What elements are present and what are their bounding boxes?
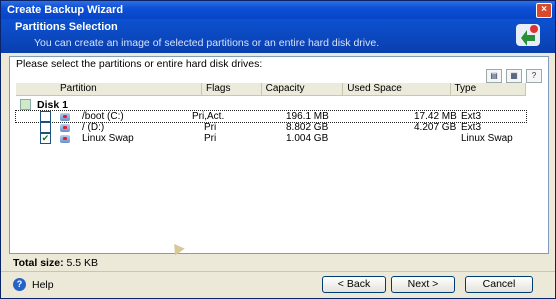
col-used-space[interactable]: Used Space	[343, 83, 451, 95]
col-partition[interactable]: Partition	[16, 83, 202, 95]
mouse-cursor-icon	[169, 240, 185, 256]
details-view-icon[interactable]: ▤	[486, 69, 502, 83]
col-flags[interactable]: Flags	[202, 83, 262, 95]
partition-name: Linux Swap	[82, 133, 134, 144]
help-link[interactable]: ? Help	[13, 278, 54, 291]
back-button[interactable]: < Back	[322, 276, 386, 293]
partition-capacity: 1.004 GB	[286, 133, 329, 144]
partition-type: Ext3	[461, 111, 482, 122]
wizard-header: Partitions Selection You can create an i…	[1, 19, 555, 53]
title-bar: Create Backup Wizard ×	[1, 1, 555, 19]
partition-capacity: 196.1 MB	[286, 111, 329, 122]
page-title: Partitions Selection	[15, 21, 118, 33]
cancel-button[interactable]: Cancel	[465, 276, 533, 293]
partition-flags: Pri	[204, 122, 217, 133]
panel-toolbar: ▤ ▦ ?	[486, 69, 542, 83]
partition-icon	[60, 123, 70, 132]
partition-icon	[60, 112, 70, 121]
partition-name: /boot (C:)	[82, 111, 124, 122]
table-row[interactable]: /boot (C:) Pri,Act. 196.1 MB 17.42 MB Ex…	[15, 110, 527, 123]
row-checkbox[interactable]	[40, 122, 51, 133]
partition-used: 4.207 GB	[414, 122, 457, 133]
help-icon[interactable]: ?	[526, 69, 542, 83]
table-row[interactable]: ✔ Linux Swap Pri 1.004 GB Linux Swap	[16, 133, 526, 144]
partition-capacity: 8.802 GB	[286, 122, 329, 133]
col-capacity[interactable]: Capacity	[262, 83, 344, 95]
row-checkbox[interactable]	[40, 111, 51, 122]
partition-type: Ext3	[461, 122, 482, 133]
partition-panel: Please select the partitions or entire h…	[9, 56, 549, 256]
backup-logo-icon	[516, 24, 540, 46]
disk-checkbox[interactable]	[20, 99, 31, 110]
partition-table: Partition Flags Capacity Used Space Type…	[15, 83, 527, 144]
properties-icon[interactable]: ▦	[506, 69, 522, 83]
footer-divider	[1, 271, 555, 272]
disk-label: Disk 1	[37, 98, 68, 111]
row-checkbox-checked[interactable]: ✔	[40, 133, 51, 144]
table-header: Partition Flags Capacity Used Space Type	[16, 83, 526, 96]
partition-name: / (D:)	[82, 122, 105, 133]
table-row[interactable]: / (D:) Pri 8.802 GB 4.207 GB Ext3	[16, 122, 526, 133]
next-button[interactable]: Next >	[391, 276, 455, 293]
window-title: Create Backup Wizard	[7, 4, 124, 16]
disk-row[interactable]: Disk 1	[16, 98, 526, 111]
help-icon: ?	[13, 278, 26, 291]
total-size-value: 5.5 KB	[66, 257, 99, 269]
page-subtitle: You can create an image of selected part…	[34, 37, 380, 49]
partition-used: 17.42 MB	[414, 111, 457, 122]
total-size-label: Total size:	[13, 257, 64, 269]
total-size: Total size: 5.5 KB	[13, 257, 98, 269]
partition-icon	[60, 134, 70, 143]
selection-prompt: Please select the partitions or entire h…	[16, 58, 263, 70]
close-button[interactable]: ×	[536, 3, 552, 18]
create-backup-wizard-window: Create Backup Wizard × Partitions Select…	[0, 0, 556, 299]
help-label: Help	[32, 278, 54, 291]
col-type[interactable]: Type	[451, 83, 526, 95]
partition-flags: Pri	[204, 133, 217, 144]
partition-type: Linux Swap	[461, 133, 513, 144]
partition-flags: Pri,Act.	[192, 111, 225, 122]
